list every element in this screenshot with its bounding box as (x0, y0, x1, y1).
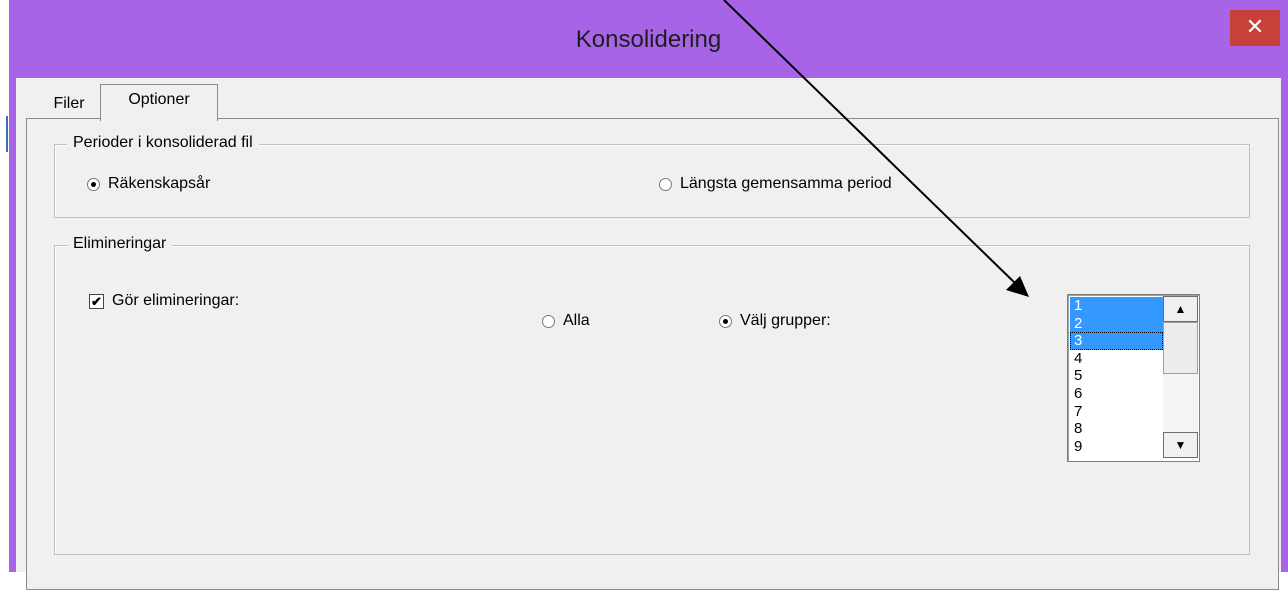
arrow-icon (1006, 276, 1029, 297)
arrow-line (723, 0, 1017, 285)
tab-optioner[interactable]: Optioner (100, 84, 218, 121)
